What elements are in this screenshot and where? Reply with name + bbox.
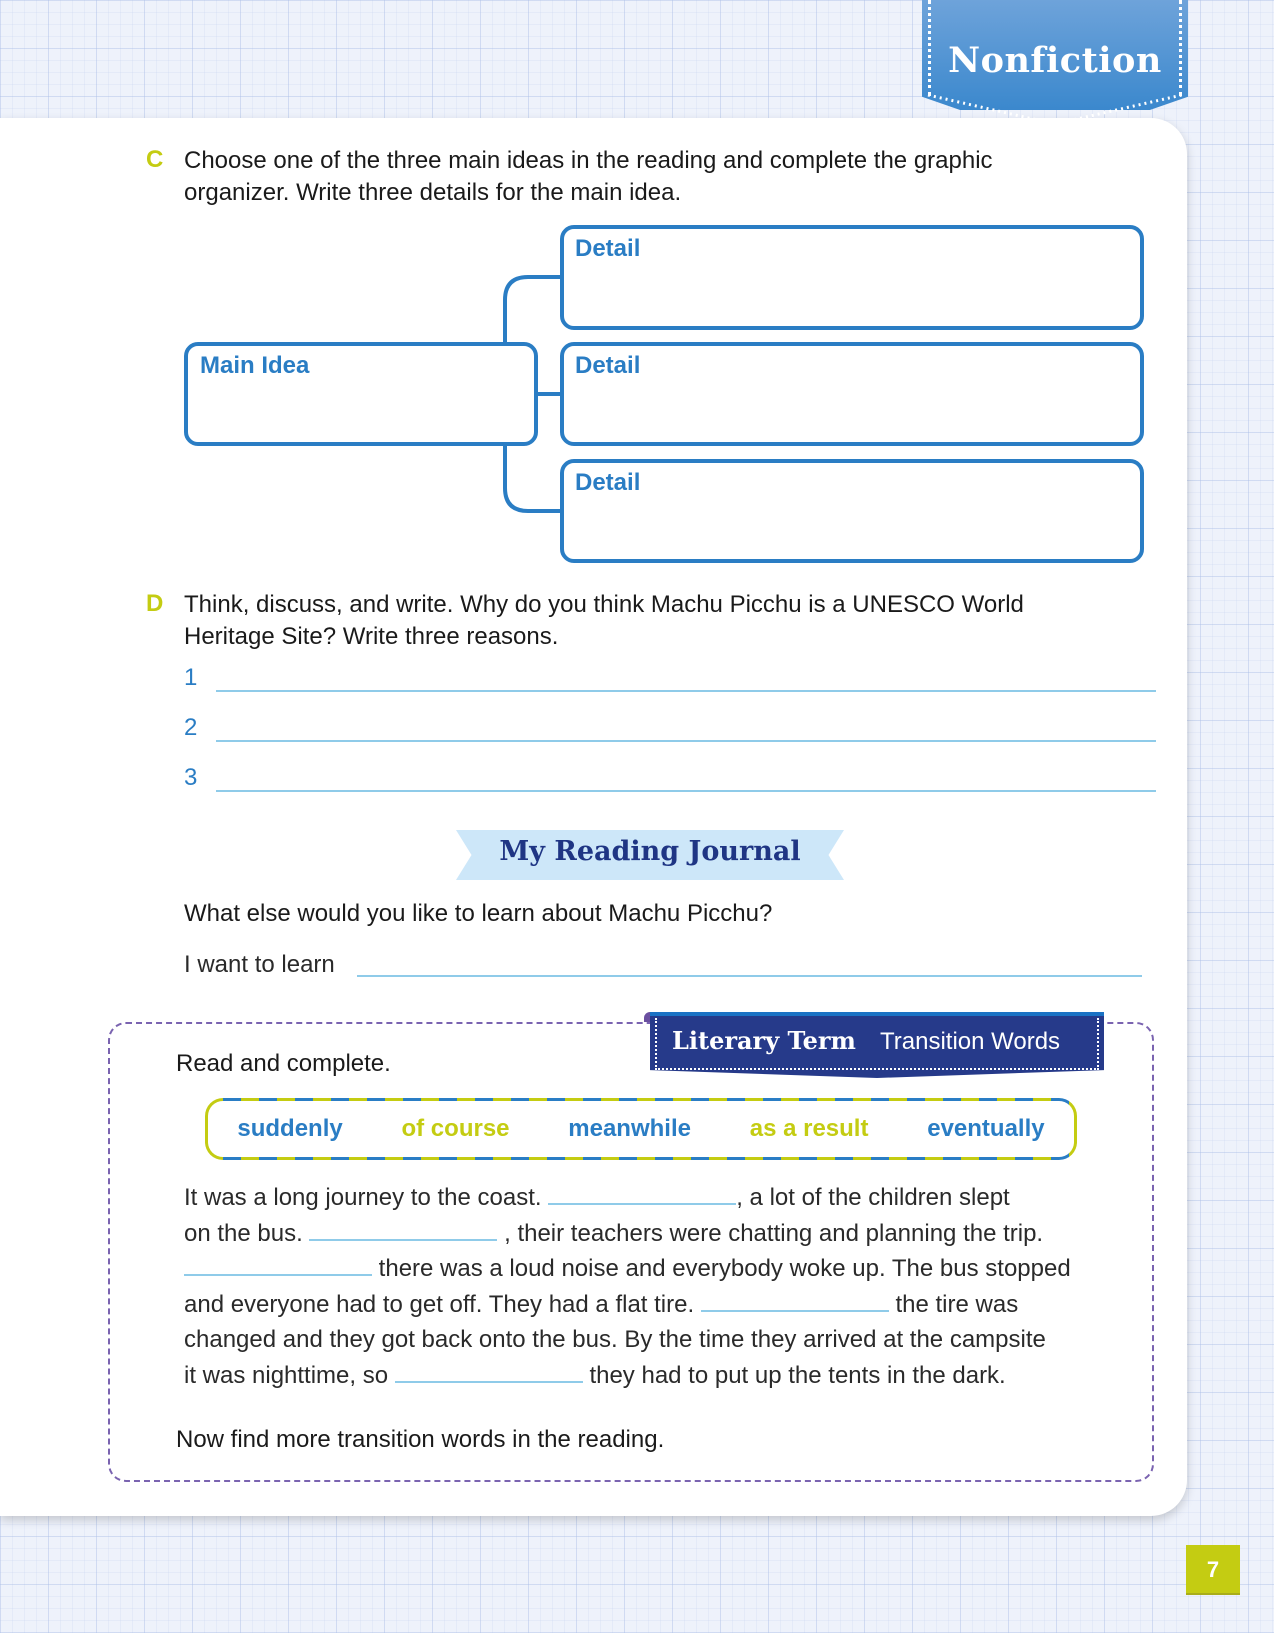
- word-bank-item: eventually: [927, 1115, 1045, 1142]
- word-bank-item: of course: [401, 1115, 510, 1142]
- detail-box-3: [560, 459, 1144, 563]
- passage-text: they had to put up the tents in the dark…: [589, 1361, 1006, 1389]
- detail-label-2: Detail: [575, 352, 641, 379]
- blank-4[interactable]: [700, 1288, 889, 1312]
- passage-text: it was nighttime, so: [184, 1361, 389, 1389]
- passage-line-6: it was nighttime, so they had to put up …: [184, 1358, 1104, 1394]
- passage-text: and everyone had to get off. They had a …: [184, 1290, 695, 1318]
- question-d-line2: Heritage Site? Write three reasons.: [184, 623, 559, 650]
- literary-instruction: Read and complete.: [176, 1050, 391, 1077]
- journal-answer-line[interactable]: [357, 975, 1142, 977]
- journal-prompt: I want to learn: [184, 951, 335, 978]
- word-bank-item: suddenly: [237, 1115, 343, 1142]
- passage-line-2: on the bus. , their teachers were chatti…: [184, 1216, 1104, 1252]
- detail-box-1: [560, 225, 1144, 330]
- word-bank-item: meanwhile: [568, 1115, 691, 1142]
- connector-top: [503, 275, 562, 344]
- word-bank-inner: suddenly of course meanwhile as a result…: [208, 1101, 1074, 1157]
- passage-line-4: and everyone had to get off. They had a …: [184, 1287, 1104, 1323]
- detail-label-1: Detail: [575, 235, 641, 262]
- journal-title: My Reading Journal: [499, 836, 801, 867]
- passage-line-1: It was a long journey to the coast. , a …: [184, 1180, 1104, 1216]
- literary-closing: Now find more transition words in the re…: [176, 1426, 665, 1453]
- answer-number-3: 3: [184, 764, 198, 791]
- passage-text: there was a loud noise and everybody wok…: [378, 1255, 1071, 1282]
- passage-text: on the bus.: [184, 1219, 303, 1247]
- blank-2[interactable]: [309, 1217, 498, 1241]
- answer-number-2: 2: [184, 714, 198, 741]
- blank-1[interactable]: [548, 1181, 737, 1205]
- answer-line-1[interactable]: [216, 690, 1156, 692]
- word-bank-item: as a result: [749, 1115, 869, 1142]
- cloze-passage: It was a long journey to the coast. , a …: [184, 1180, 1104, 1393]
- detail-label-3: Detail: [575, 469, 641, 496]
- answer-number-1: 1: [184, 664, 198, 691]
- blank-3[interactable]: [184, 1252, 372, 1276]
- blank-5[interactable]: [394, 1359, 583, 1383]
- passage-text: It was a long journey to the coast.: [184, 1184, 542, 1211]
- question-d-letter: D: [146, 590, 164, 617]
- journal-question: What else would you like to learn about …: [184, 900, 773, 927]
- passage-text: , their teachers were chatting and plann…: [504, 1219, 1044, 1247]
- main-idea-label: Main Idea: [200, 352, 310, 379]
- answer-line-2[interactable]: [216, 740, 1156, 742]
- passage-line-5: changed and they got back onto the bus. …: [184, 1326, 1046, 1353]
- passage-text: the tire was: [895, 1290, 1019, 1318]
- passage-text: , a lot of the children slept: [736, 1184, 1010, 1211]
- connector-bottom: [503, 444, 562, 513]
- detail-box-2: [560, 342, 1144, 446]
- question-d-line1: Think, discuss, and write. Why do you th…: [184, 591, 1024, 618]
- literary-term-topic: Transition Words: [880, 1028, 1061, 1055]
- passage-line-3: there was a loud noise and everybody wok…: [184, 1251, 1104, 1287]
- page-number: 7: [1186, 1545, 1240, 1595]
- organizer-connectors: [184, 225, 1144, 563]
- word-bank: suddenly of course meanwhile as a result…: [205, 1098, 1077, 1160]
- answer-line-3[interactable]: [216, 790, 1156, 792]
- literary-term-label: Literary Term: [672, 1026, 856, 1055]
